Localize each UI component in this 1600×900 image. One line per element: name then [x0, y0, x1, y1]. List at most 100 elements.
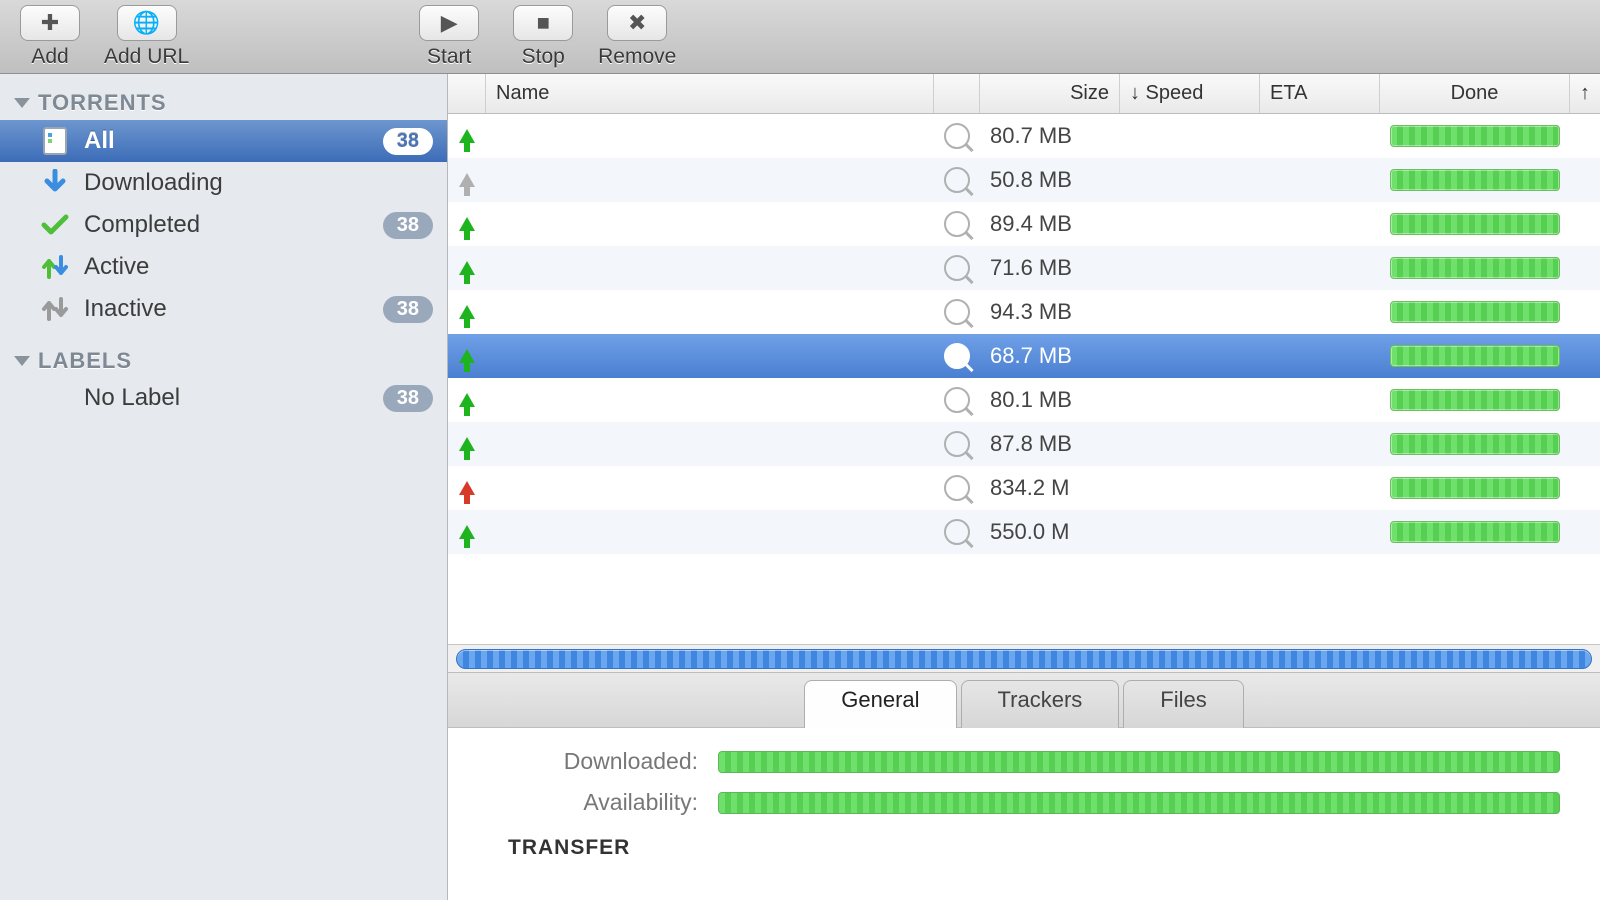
sidebar-item-downloading[interactable]: Downloading	[0, 162, 447, 204]
size-cell: 94.3 MB	[980, 299, 1120, 325]
add-url-button[interactable]: 🌐 Add URL	[104, 5, 189, 69]
table-row[interactable]: 50.8 MB	[448, 158, 1600, 202]
status-cell	[448, 305, 486, 319]
magnify-cell[interactable]	[934, 475, 980, 501]
status-cell	[448, 525, 486, 539]
status-cell	[448, 393, 486, 407]
add-button[interactable]: ✚ Add	[10, 5, 90, 69]
magnify-cell[interactable]	[934, 431, 980, 457]
table-row[interactable]: 94.3 MB	[448, 290, 1600, 334]
done-cell	[1380, 345, 1570, 367]
horizontal-scrollbar[interactable]	[448, 644, 1600, 672]
column-done[interactable]: Done	[1380, 74, 1570, 113]
status-cell	[448, 437, 486, 451]
magnify-cell[interactable]	[934, 299, 980, 325]
sidebar-label-item[interactable]: No Label38	[0, 378, 447, 418]
sidebar-item-active[interactable]: Active	[0, 246, 447, 288]
size-cell: 550.0 M	[980, 519, 1120, 545]
table-row[interactable]: 834.2 M	[448, 466, 1600, 510]
upload-arrow-icon	[459, 525, 475, 539]
status-cell	[448, 173, 486, 187]
detail-panel: Downloaded: Availability: TRANSFER	[448, 728, 1600, 900]
progress-bar	[1390, 521, 1560, 543]
tab-general[interactable]: General	[804, 680, 956, 728]
column-extra[interactable]: ↑	[1570, 74, 1600, 113]
sidebar-section-torrents[interactable]: TORRENTS	[0, 86, 447, 120]
sidebar: TORRENTS All38DownloadingCompleted38Acti…	[0, 74, 448, 900]
inactive-arrows-icon	[40, 294, 70, 324]
done-cell	[1380, 433, 1570, 455]
table-row[interactable]: 71.6 MB	[448, 246, 1600, 290]
disclosure-triangle-icon	[14, 356, 30, 366]
count-badge: 38	[383, 296, 433, 323]
status-cell	[448, 217, 486, 231]
magnify-cell[interactable]	[934, 343, 980, 369]
done-cell	[1380, 125, 1570, 147]
magnify-icon	[944, 299, 970, 325]
remove-button[interactable]: ✖ Remove	[597, 5, 677, 69]
magnify-icon	[944, 167, 970, 193]
sidebar-item-label: Inactive	[84, 295, 383, 323]
table-row[interactable]: 68.7 MB	[448, 334, 1600, 378]
magnify-cell[interactable]	[934, 123, 980, 149]
magnify-cell[interactable]	[934, 387, 980, 413]
transfer-heading: TRANSFER	[508, 836, 1560, 860]
toolbar: ✚ Add 🌐 Add URL ▶ Start ■ Stop ✖ Remove	[0, 0, 1600, 74]
stop-icon: ■	[537, 10, 550, 36]
table-row[interactable]: 80.7 MB	[448, 114, 1600, 158]
column-name[interactable]: Name	[486, 74, 934, 113]
done-cell	[1380, 521, 1570, 543]
progress-bar	[1390, 169, 1560, 191]
table-row[interactable]: 80.1 MB	[448, 378, 1600, 422]
magnify-icon	[944, 123, 970, 149]
done-cell	[1380, 257, 1570, 279]
tab-files[interactable]: Files	[1123, 680, 1243, 728]
download-arrow-icon	[40, 168, 70, 198]
count-badge: 38	[383, 212, 433, 239]
column-magnify[interactable]	[934, 74, 980, 113]
size-cell: 68.7 MB	[980, 343, 1120, 369]
active-arrows-icon	[40, 252, 70, 282]
sidebar-item-label: No Label	[84, 384, 383, 412]
magnify-cell[interactable]	[934, 167, 980, 193]
magnify-cell[interactable]	[934, 211, 980, 237]
progress-bar	[1390, 389, 1560, 411]
sidebar-item-all[interactable]: All38	[0, 120, 447, 162]
table-row[interactable]: 550.0 M	[448, 510, 1600, 554]
magnify-cell[interactable]	[934, 519, 980, 545]
status-cell	[448, 261, 486, 275]
magnify-cell[interactable]	[934, 255, 980, 281]
remove-label: Remove	[598, 45, 676, 69]
column-status[interactable]	[448, 74, 486, 113]
count-badge: 38	[383, 385, 433, 412]
column-speed[interactable]: ↓ Speed	[1120, 74, 1260, 113]
count-badge: 38	[383, 128, 433, 155]
column-eta[interactable]: ETA	[1260, 74, 1380, 113]
table-row[interactable]: 89.4 MB	[448, 202, 1600, 246]
sidebar-section-labels[interactable]: LABELS	[0, 344, 447, 378]
remove-icon: ✖	[628, 10, 646, 36]
add-icon: ✚	[41, 10, 59, 36]
upload-arrow-icon	[459, 393, 475, 407]
magnify-icon	[944, 519, 970, 545]
start-button[interactable]: ▶ Start	[409, 5, 489, 69]
table-row[interactable]: 87.8 MB	[448, 422, 1600, 466]
upload-arrow-icon	[459, 437, 475, 451]
sidebar-labels-header-label: LABELS	[38, 348, 132, 374]
stop-button[interactable]: ■ Stop	[503, 5, 583, 69]
tab-trackers[interactable]: Trackers	[961, 680, 1120, 728]
file-icon	[40, 126, 70, 156]
sidebar-item-label: All	[84, 127, 383, 155]
sidebar-item-completed[interactable]: Completed38	[0, 204, 447, 246]
column-size[interactable]: Size	[980, 74, 1120, 113]
done-cell	[1380, 477, 1570, 499]
detail-tabs: GeneralTrackersFiles	[448, 672, 1600, 728]
table-header: Name Size ↓ Speed ETA Done ↑	[448, 74, 1600, 114]
size-cell: 89.4 MB	[980, 211, 1120, 237]
scrollbar-thumb[interactable]	[456, 649, 1592, 669]
upload-arrow-icon	[459, 129, 475, 143]
size-cell: 834.2 M	[980, 475, 1120, 501]
sidebar-item-inactive[interactable]: Inactive38	[0, 288, 447, 330]
sidebar-item-label: Active	[84, 253, 433, 281]
magnify-icon	[944, 431, 970, 457]
